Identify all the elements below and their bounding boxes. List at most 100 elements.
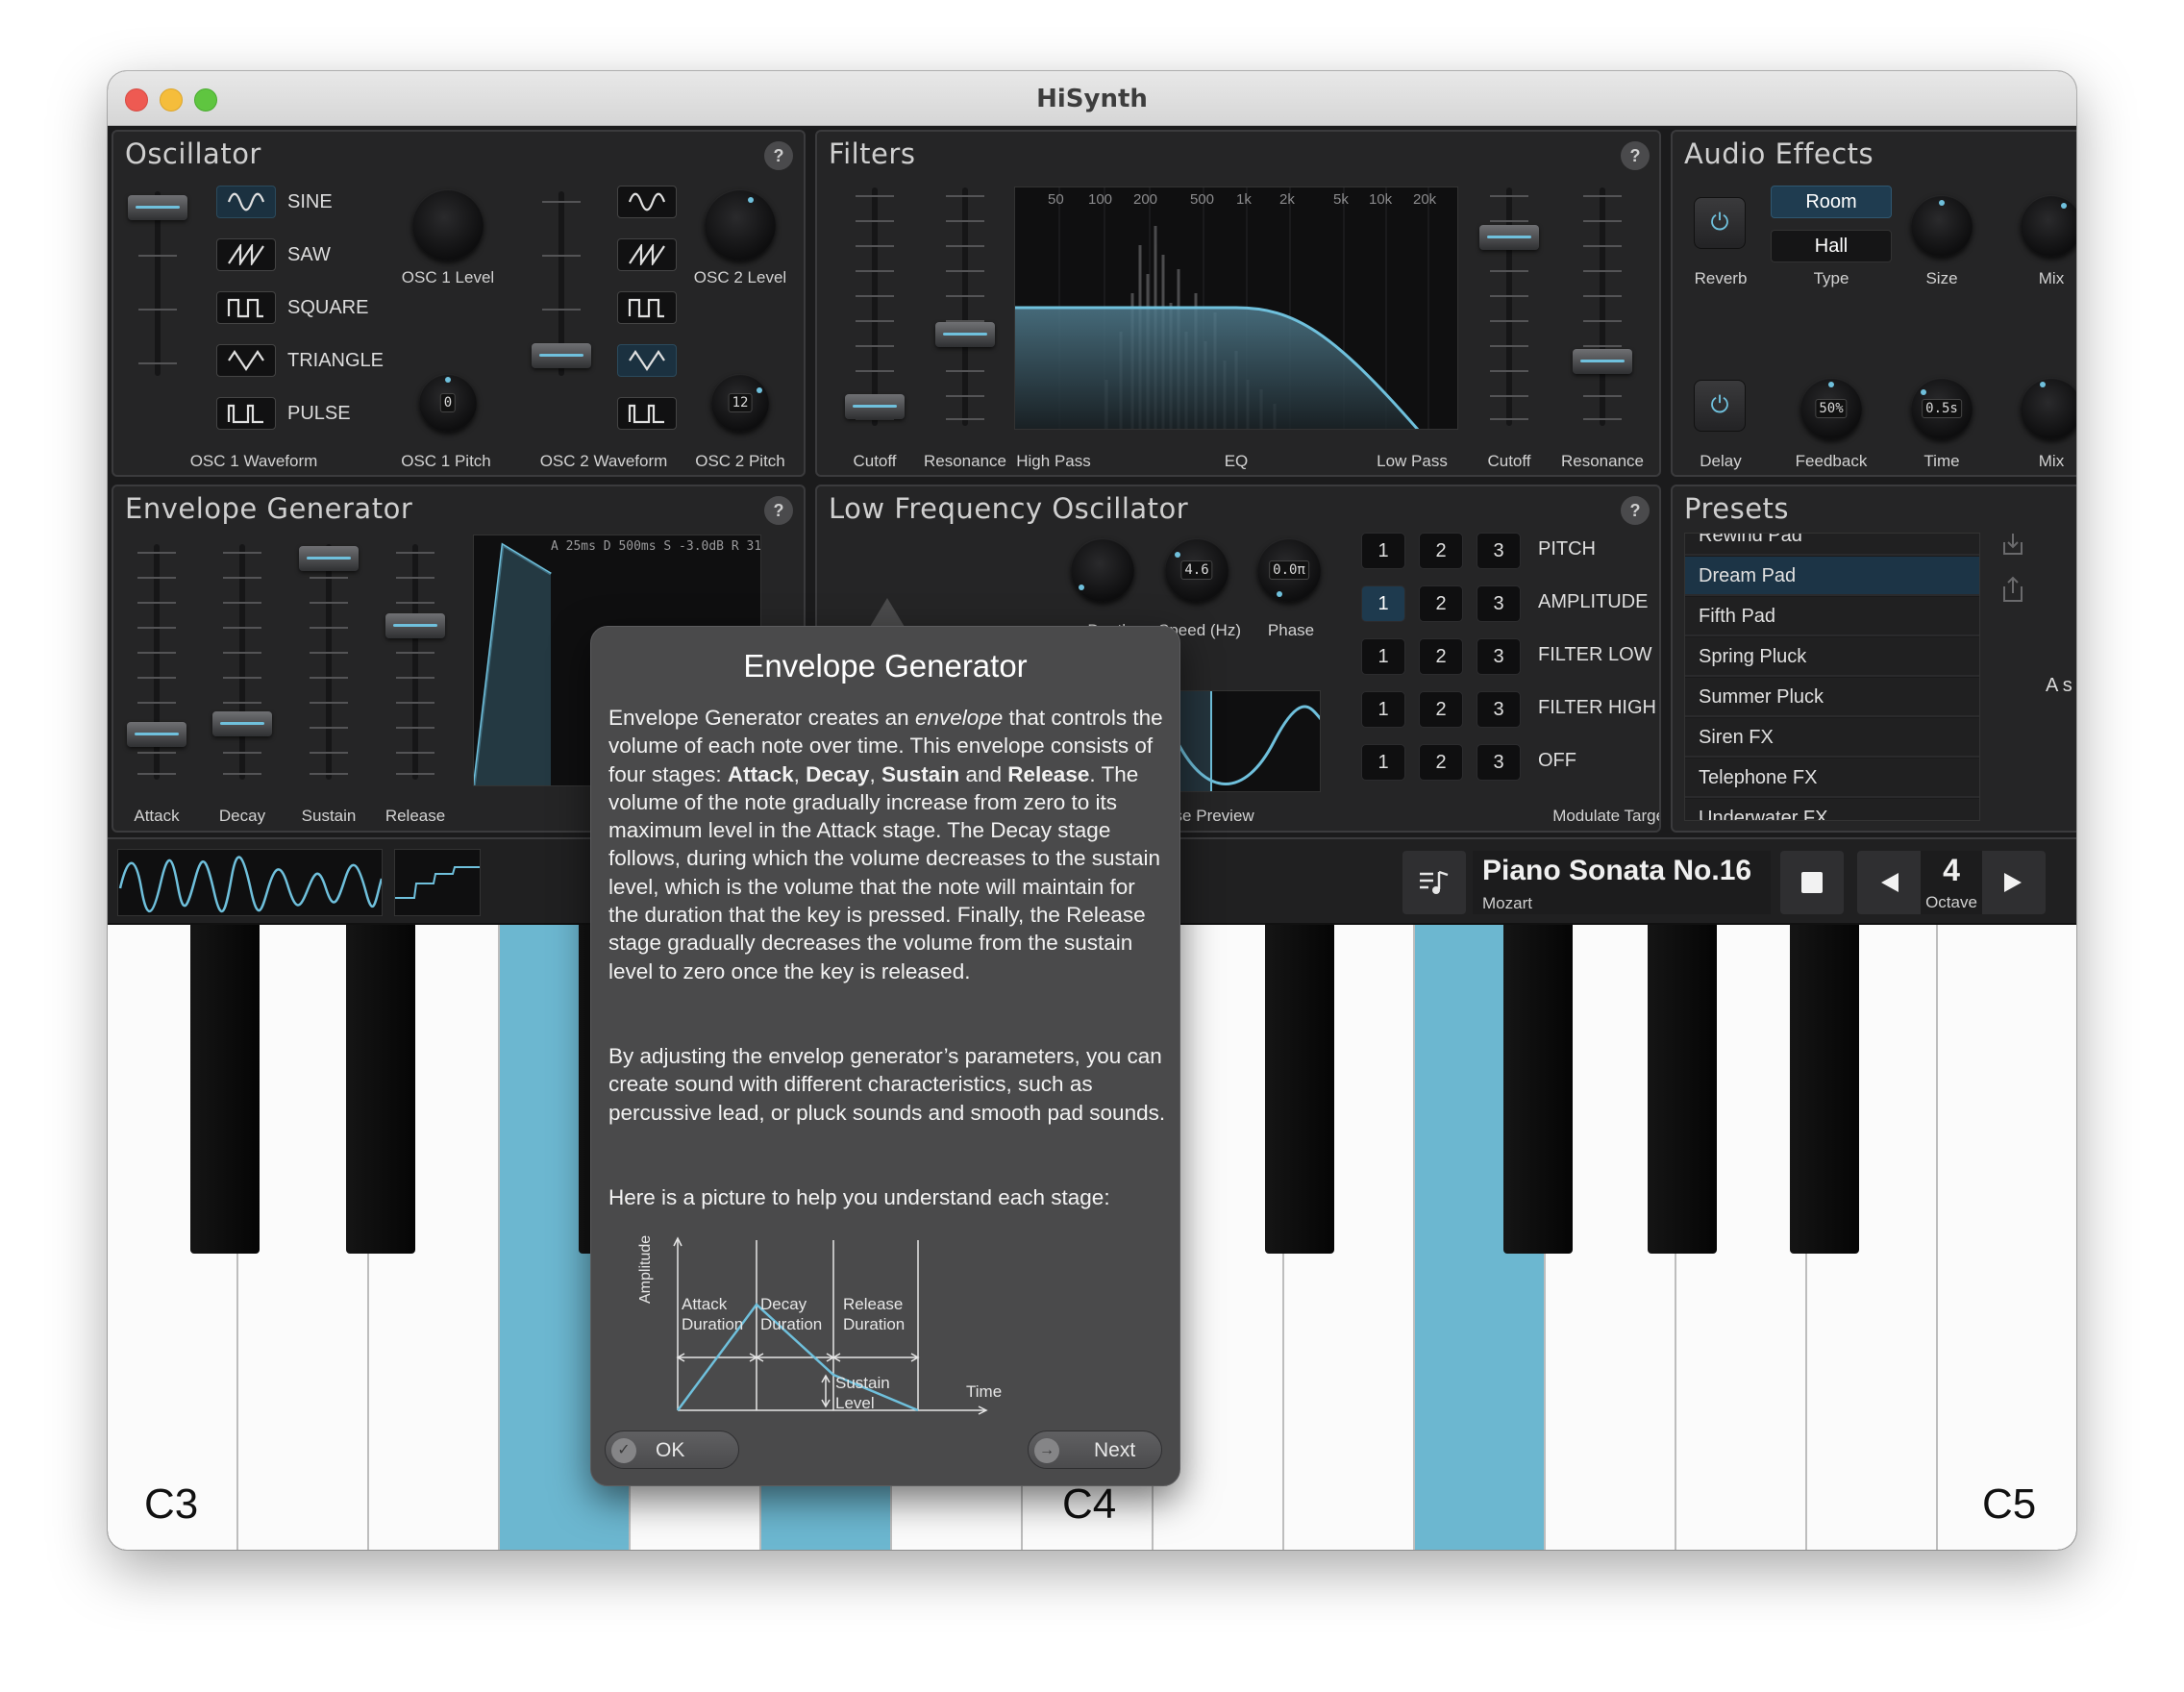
lfo1-target-filter-high[interactable]: 1 xyxy=(1361,691,1405,728)
osc1-saw-button[interactable] xyxy=(216,238,276,271)
lfo3-target-pitch[interactable]: 3 xyxy=(1477,533,1521,569)
oscillator-help-button[interactable]: ? xyxy=(764,141,793,170)
attack-thumb[interactable] xyxy=(127,722,186,747)
attack-slider[interactable] xyxy=(124,544,189,780)
preset-item[interactable]: Spring Pluck xyxy=(1685,637,1979,677)
black-key-g-sharp4[interactable] xyxy=(1648,925,1717,1254)
lfo3-target-amplitude[interactable]: 3 xyxy=(1477,585,1521,622)
audio-effects-panel: Audio Effects ⏻ Reverb Room Hall Type Si… xyxy=(1671,130,2076,477)
osc1-square-button[interactable] xyxy=(216,291,276,324)
osc2-saw-button[interactable] xyxy=(617,238,677,271)
black-key-f-sharp4-right[interactable] xyxy=(1503,925,1573,1254)
lfo2-target-amplitude[interactable]: 2 xyxy=(1419,585,1463,622)
octave-up-button[interactable] xyxy=(1982,851,2046,914)
lfo1-target-pitch[interactable]: 1 xyxy=(1361,533,1405,569)
lowpass-resonance-thumb[interactable] xyxy=(1573,349,1632,374)
decay-thumb[interactable] xyxy=(212,711,272,736)
key-label-c4: C4 xyxy=(1062,1480,1117,1528)
preset-item[interactable]: Summer Pluck xyxy=(1685,678,1979,717)
import-preset-icon[interactable] xyxy=(1999,531,2026,558)
osc2-pulse-button[interactable] xyxy=(617,397,677,430)
stop-button[interactable] xyxy=(1780,851,1844,914)
delay-feedback-knob[interactable]: 50% xyxy=(1800,378,1862,439)
reverb-type-room-option[interactable]: Room xyxy=(1771,186,1892,218)
osc1-slider[interactable] xyxy=(125,191,190,376)
sustain-thumb[interactable] xyxy=(299,546,359,571)
lfo3-target-off[interactable]: 3 xyxy=(1477,744,1521,781)
black-key-f-sharp4[interactable] xyxy=(1421,925,1503,1254)
lfo3-target-filter-high[interactable]: 3 xyxy=(1477,691,1521,728)
highpass-cutoff-slider[interactable] xyxy=(842,187,907,426)
lfo-depth-knob[interactable] xyxy=(1071,538,1134,602)
osc1-pitch-knob[interactable]: 0 xyxy=(419,374,477,432)
delay-time-knob[interactable]: 0.5s xyxy=(1911,378,1973,439)
preset-item[interactable]: Siren FX xyxy=(1685,718,1979,758)
octave-down-button[interactable] xyxy=(1857,851,1921,914)
lfo1-target-amplitude[interactable]: 1 xyxy=(1361,585,1405,622)
preset-item[interactable]: Telephone FX xyxy=(1685,759,1979,798)
lfo3-target-filter-low[interactable]: 3 xyxy=(1477,638,1521,675)
lfo2-target-filter-high[interactable]: 2 xyxy=(1419,691,1463,728)
preset-item[interactable]: Rewind Pad xyxy=(1685,534,1979,556)
release-slider[interactable] xyxy=(383,544,448,780)
lfo-phase-knob[interactable]: 0.0π xyxy=(1257,538,1321,602)
lfo2-target-filter-low[interactable]: 2 xyxy=(1419,638,1463,675)
osc1-sine-button[interactable] xyxy=(216,186,276,218)
delay-mix-knob[interactable] xyxy=(2021,378,2076,439)
lfo-help-button[interactable]: ? xyxy=(1621,496,1650,525)
popover-ok-button[interactable]: ✓ OK xyxy=(605,1431,739,1469)
release-thumb[interactable] xyxy=(385,613,445,638)
osc2-level-knob[interactable] xyxy=(705,189,776,261)
black-key-a-sharp4[interactable] xyxy=(1790,925,1859,1254)
lfo2-target-off[interactable]: 2 xyxy=(1419,744,1463,781)
osc2-triangle-button[interactable] xyxy=(617,344,677,377)
osc2-waveform-label: OSC 2 Waveform xyxy=(539,452,668,470)
preset-item-selected[interactable]: Dream Pad xyxy=(1685,557,1979,596)
waveform-label-sine: SINE xyxy=(287,191,333,212)
export-preset-icon[interactable] xyxy=(1999,575,2026,604)
osc2-pitch-label: OSC 2 Pitch xyxy=(695,452,785,470)
osc1-triangle-button[interactable] xyxy=(216,344,276,377)
preset-item[interactable]: Underwater FX xyxy=(1685,799,1979,820)
osc2-slider-thumb[interactable] xyxy=(532,343,591,368)
filters-panel: Filters ? 50 100 200 500 1k 2k 5k 10k 20… xyxy=(815,130,1661,477)
preset-list[interactable]: Rewind Pad Dream Pad Fifth Pad Spring Pl… xyxy=(1684,533,1980,821)
playlist-button[interactable] xyxy=(1402,851,1466,914)
freq-tick-1k: 1k xyxy=(1236,191,1252,208)
filters-help-button[interactable]: ? xyxy=(1621,141,1650,170)
white-key-c5[interactable] xyxy=(1938,925,2076,1550)
popover-next-button[interactable]: → Next xyxy=(1028,1431,1162,1469)
osc1-slider-thumb[interactable] xyxy=(128,195,187,220)
delay-feedback-value: 50% xyxy=(1815,399,1848,418)
osc2-sine-button[interactable] xyxy=(617,186,677,218)
lowpass-cutoff-slider[interactable] xyxy=(1477,187,1542,426)
lfo2-target-pitch[interactable]: 2 xyxy=(1419,533,1463,569)
black-key-c-sharp3[interactable] xyxy=(190,925,260,1254)
decay-slider[interactable] xyxy=(210,544,275,780)
reverb-type-hall-option[interactable]: Hall xyxy=(1771,230,1892,262)
envelope-help-button[interactable]: ? xyxy=(764,496,793,525)
reverb-size-knob[interactable] xyxy=(1911,195,1973,257)
osc2-square-button[interactable] xyxy=(617,291,677,324)
eq-display[interactable]: 50 100 200 500 1k 2k 5k 10k 20k xyxy=(1014,187,1458,430)
osc2-slider[interactable] xyxy=(529,191,594,376)
lfo1-target-off[interactable]: 1 xyxy=(1361,744,1405,781)
reverb-mix-knob[interactable] xyxy=(2021,195,2076,257)
highpass-cutoff-thumb[interactable] xyxy=(845,394,905,419)
osc1-level-knob[interactable] xyxy=(412,189,484,261)
preset-item[interactable]: Fifth Pad xyxy=(1685,597,1979,636)
delay-power-button[interactable]: ⏻ xyxy=(1694,380,1746,432)
osc2-pitch-knob[interactable]: 12 xyxy=(711,374,769,432)
highpass-resonance-slider[interactable] xyxy=(932,187,998,426)
black-key-d-sharp4[interactable] xyxy=(1265,925,1334,1254)
osc1-pulse-button[interactable] xyxy=(216,397,276,430)
lfo1-target-filter-low[interactable]: 1 xyxy=(1361,638,1405,675)
sustain-slider[interactable] xyxy=(296,544,361,780)
black-key-d-sharp3[interactable] xyxy=(346,925,415,1254)
highpass-resonance-thumb[interactable] xyxy=(935,322,995,347)
lowpass-cutoff-thumb[interactable] xyxy=(1479,225,1539,250)
lowpass-resonance-slider[interactable] xyxy=(1570,187,1635,426)
reverb-power-button[interactable]: ⏻ xyxy=(1694,197,1746,249)
sine-wave-icon xyxy=(628,192,666,212)
lfo-speed-knob[interactable]: 4.6 xyxy=(1165,538,1228,602)
